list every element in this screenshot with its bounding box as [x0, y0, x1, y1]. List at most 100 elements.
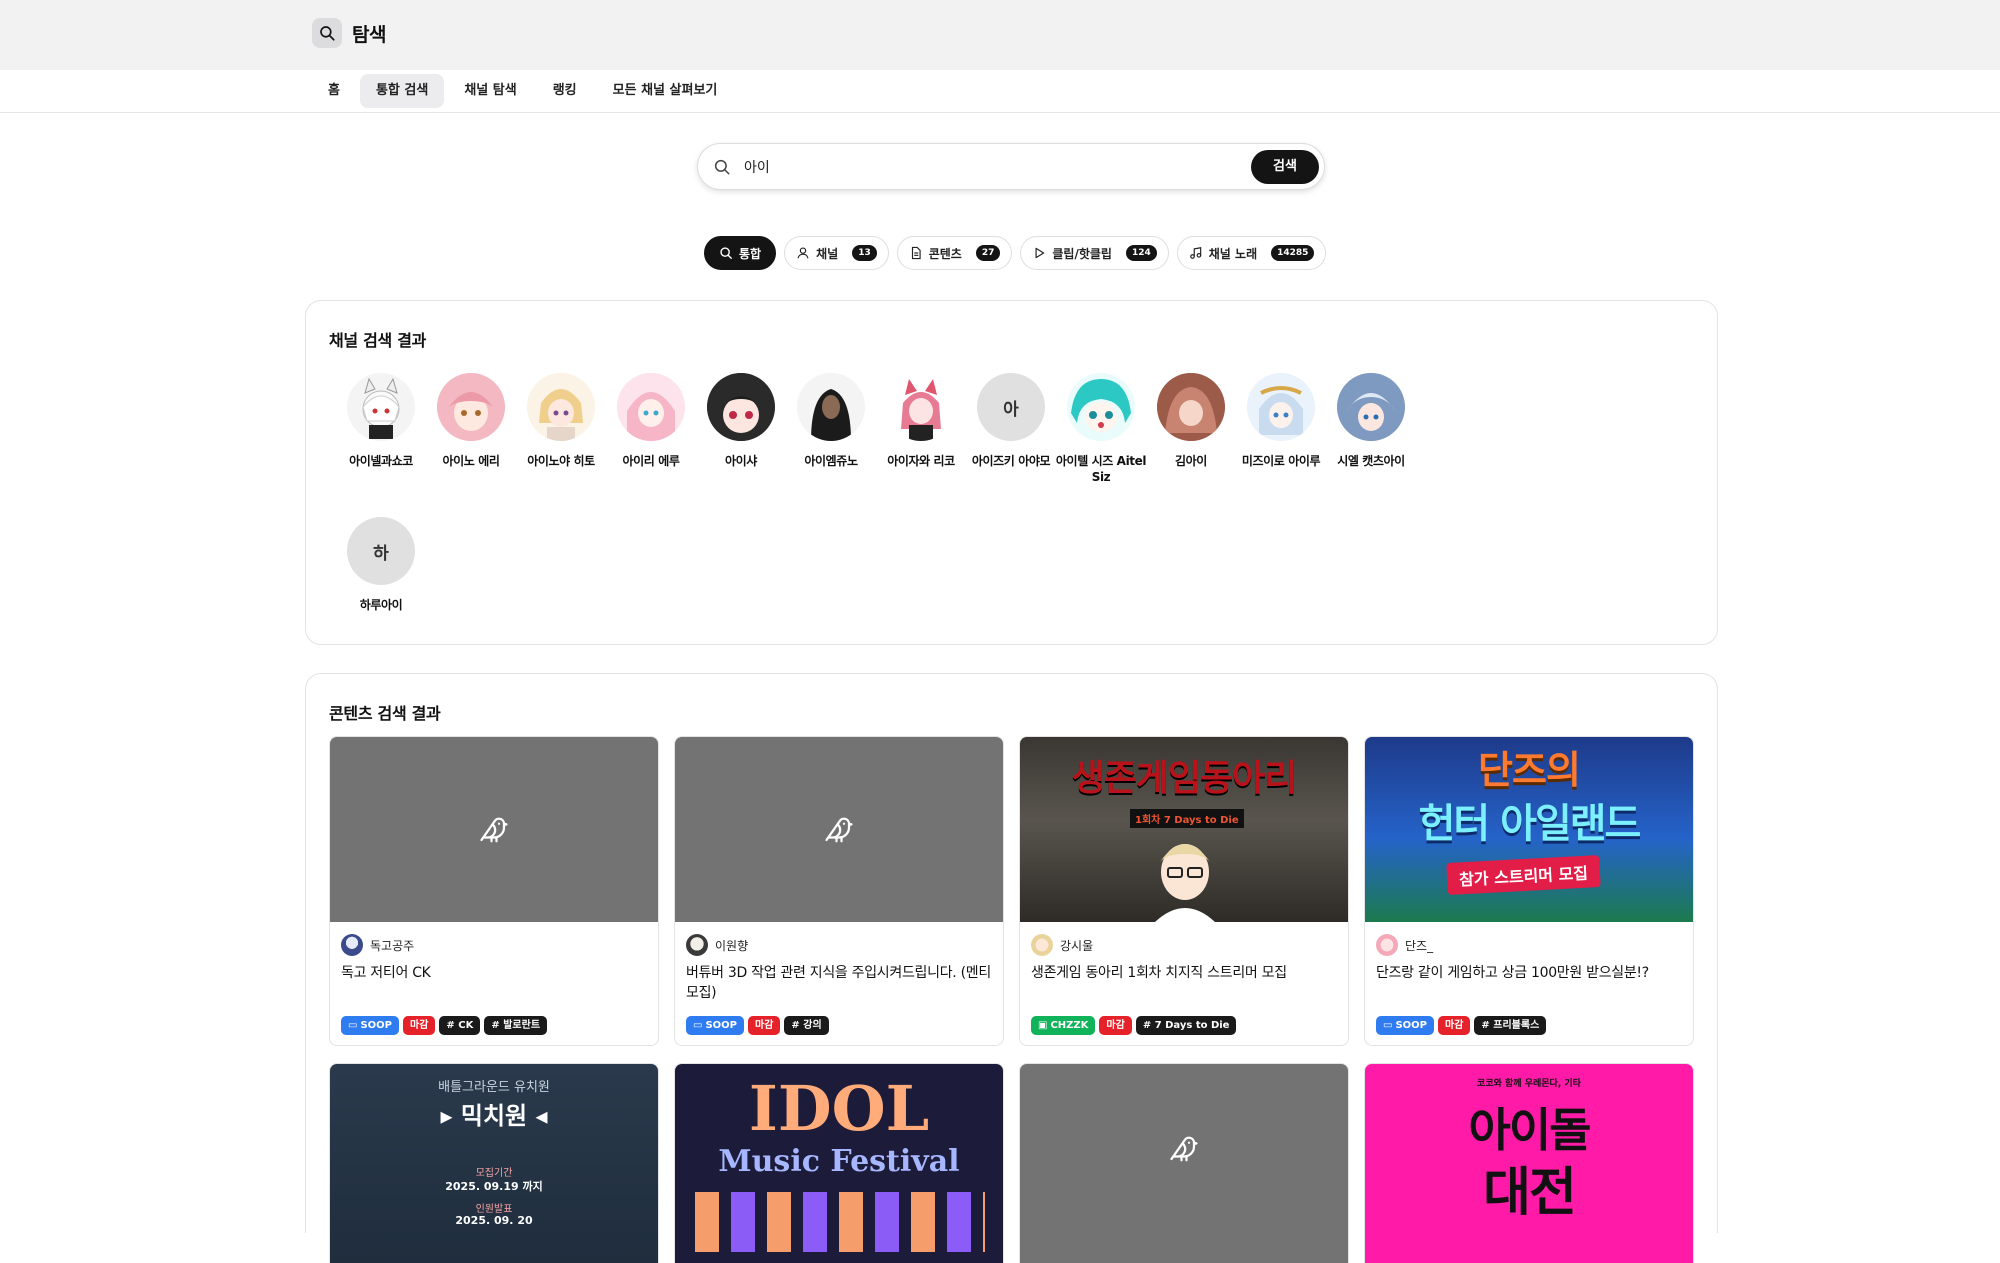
- character-illustration: [1155, 844, 1215, 922]
- content-card[interactable]: 독고공주 독고 저티어 CK ▭ SOOP 마감 # CK # 발로란트: [329, 736, 659, 1046]
- channel-name: 아이엠쥬노: [804, 454, 858, 468]
- nav-channel-explore[interactable]: 채널 탐색: [448, 74, 532, 108]
- channel-item[interactable]: 김아이: [1141, 373, 1241, 469]
- author: 이원향: [686, 934, 748, 956]
- channel-name: 시엘 캣츠아이: [1337, 454, 1405, 468]
- avatar: [1337, 373, 1405, 441]
- status-badge: 마감: [403, 1016, 436, 1035]
- thumb-text: 배틀그라운드 유치원: [438, 1080, 550, 1095]
- avatar: [617, 373, 685, 441]
- author-name: 강시울: [1060, 938, 1094, 953]
- content-card[interactable]: 단즈의 헌터 아일랜드 참가 스트리머 모집 단즈_ 단즈랑 같이 게임하고 상…: [1364, 736, 1694, 1046]
- nav-ranking[interactable]: 랭킹: [537, 74, 593, 108]
- author-name: 독고공주: [370, 938, 415, 953]
- status-badge: 마감: [748, 1016, 781, 1035]
- channel-name: 김아이: [1175, 454, 1207, 468]
- thumb-title: 헌터 아일랜드: [1418, 801, 1642, 847]
- channel-item[interactable]: 아 아이즈키 아야모: [961, 373, 1061, 469]
- filter-songs[interactable]: 채널 노래 14285: [1176, 236, 1327, 270]
- channel-item[interactable]: 아이노 에리: [421, 373, 521, 469]
- section-title: 콘텐츠 검색 결과: [329, 704, 441, 723]
- avatar: [1376, 934, 1398, 956]
- channel-item[interactable]: 미즈이로 아이루: [1231, 373, 1331, 469]
- avatar: [707, 373, 775, 441]
- bird-icon: [825, 817, 853, 842]
- filter-channel[interactable]: 채널 13: [784, 236, 889, 270]
- avatar: [887, 373, 955, 441]
- channel-item[interactable]: 아이엠쥬노: [781, 373, 881, 469]
- count-badge: 27: [975, 245, 1001, 261]
- hashtag: # 프리블록스: [1474, 1016, 1547, 1035]
- nav-unified-search[interactable]: 통합 검색: [359, 74, 445, 108]
- channel-item[interactable]: 아이텔 시즈 Aitel Siz: [1051, 373, 1151, 485]
- avatar: [437, 373, 505, 441]
- thumb-date: 2025. 09. 20: [455, 1214, 533, 1227]
- filter-content[interactable]: 콘텐츠 27: [896, 236, 1013, 270]
- hashtag: # 발로란트: [484, 1016, 548, 1035]
- channel-name: 아이자와 리코: [887, 454, 955, 468]
- hashtag: # 7 Days to Die: [1135, 1016, 1237, 1035]
- bird-icon: [480, 817, 508, 842]
- channel-item[interactable]: 하 하루아이: [331, 517, 431, 613]
- decorative-shapes: [695, 1192, 985, 1252]
- channel-name: 아이노 에리: [442, 454, 500, 468]
- channel-name: 아이노야 히토: [527, 454, 595, 468]
- section-title: 채널 검색 결과: [329, 331, 427, 350]
- channel-item[interactable]: 아이넬과쇼코: [331, 373, 431, 469]
- thumbnail-placeholder: [330, 737, 658, 922]
- count-badge: 13: [852, 245, 877, 261]
- thumb-banner: 참가 스트리머 모집: [1446, 855, 1601, 895]
- content-card[interactable]: 코코와 함께 우레몬다, 기타 아이돌 대전: [1364, 1063, 1694, 1263]
- avatar: [1067, 373, 1135, 441]
- filter-label: 클립/핫클립: [1052, 246, 1112, 261]
- thumb-title: 대전: [1483, 1163, 1577, 1223]
- filter-label: 채널 노래: [1208, 246, 1258, 261]
- channel-name: 아이즈키 아야모: [971, 454, 1051, 468]
- tag-list: ▣ CHZZK 마감 # 7 Days to Die: [1031, 1016, 1237, 1035]
- avatar: [341, 934, 363, 956]
- search-button[interactable]: 검색: [1251, 150, 1319, 184]
- channel-item[interactable]: 아이자와 리코: [871, 373, 971, 469]
- content-card[interactable]: 이원향 버튜버 3D 작업 관련 지식을 주입시켜드립니다. (멘티 모집) ▭…: [674, 736, 1004, 1046]
- content-card[interactable]: [1019, 1063, 1349, 1263]
- content-card[interactable]: 생존게임동아리 1회차 7 Days to Die 강시울 생존게임 동아리 1…: [1019, 736, 1349, 1046]
- channel-name: 아이넬과쇼코: [349, 454, 413, 468]
- avatar: [527, 373, 595, 441]
- thumb-title: ▸ 믹치원 ◂: [440, 1102, 548, 1130]
- card-title: 버튜버 3D 작업 관련 지식을 주입시켜드립니다. (멘티 모집): [686, 965, 991, 1001]
- platform-badge: ▣ CHZZK: [1031, 1016, 1096, 1035]
- content-card[interactable]: 배틀그라운드 유치원 ▸ 믹치원 ◂ 모집기간 2025. 09.19 까지 인…: [329, 1063, 659, 1263]
- document-icon: [911, 246, 921, 260]
- content-card[interactable]: IDOL Music Festival: [674, 1063, 1004, 1263]
- nav-home[interactable]: 홈: [312, 74, 356, 108]
- status-badge: 마감: [1099, 1016, 1132, 1035]
- channel-item[interactable]: 아이노야 히토: [511, 373, 611, 469]
- filter-clips[interactable]: 클립/핫클립 124: [1020, 236, 1169, 270]
- thumb-title: 생존게임동아리: [1071, 758, 1298, 799]
- thumb-title: IDOL: [748, 1072, 930, 1145]
- tag-list: ▭ SOOP 마감 # 강의: [686, 1016, 829, 1035]
- channel-name: 하루아이: [359, 598, 403, 612]
- brand: 탐색: [312, 18, 386, 48]
- channel-results-panel: 채널 검색 결과 아이넬과쇼코 아이노 에리 아이노야 히토 아이리 에루 아이…: [305, 300, 1718, 645]
- author: 단즈_: [1376, 934, 1433, 956]
- avatar: 하: [347, 517, 415, 585]
- channel-item[interactable]: 아이리 에루: [601, 373, 701, 469]
- thumbnail-placeholder: [675, 737, 1003, 922]
- thumbnail: 생존게임동아리 1회차 7 Days to Die: [1020, 737, 1348, 922]
- search-icon: [713, 158, 731, 180]
- chzzk-icon: ▣: [1038, 1020, 1048, 1031]
- channel-item[interactable]: 시엘 캣츠아이: [1321, 373, 1421, 469]
- search-input[interactable]: [744, 152, 1204, 182]
- platform-badge: ▭ SOOP: [341, 1016, 399, 1035]
- tag-list: ▭ SOOP 마감 # 프리블록스: [1376, 1016, 1547, 1035]
- soop-icon: ▭: [693, 1020, 703, 1031]
- channel-name: 아이텔 시즈 Aitel Siz: [1055, 454, 1147, 484]
- filter-unified[interactable]: 통합: [704, 236, 777, 270]
- nav-all-channels[interactable]: 모든 채널 살펴보기: [597, 74, 734, 108]
- channel-item[interactable]: 아이샤: [691, 373, 791, 469]
- soop-icon: ▭: [1383, 1020, 1393, 1031]
- count-badge: 124: [1125, 245, 1157, 261]
- channel-name: 아이샤: [725, 454, 757, 468]
- author: 독고공주: [341, 934, 414, 956]
